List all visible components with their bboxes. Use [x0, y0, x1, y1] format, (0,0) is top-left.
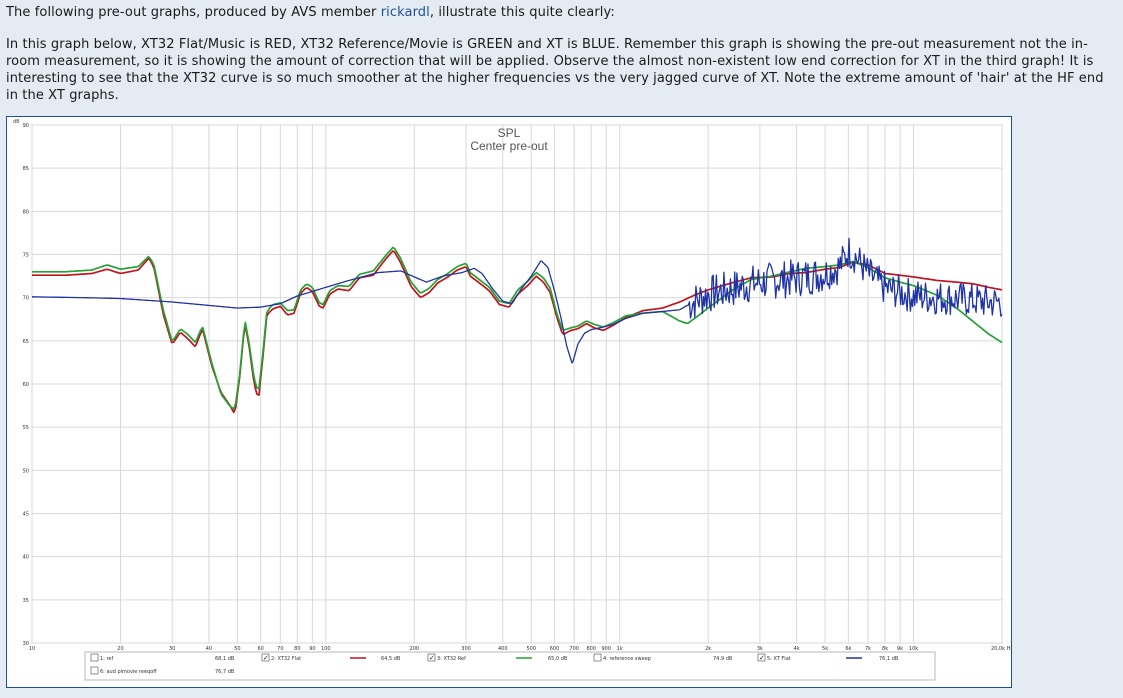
x-tick-label: 60	[257, 646, 263, 652]
x-tick-label: 800	[586, 646, 596, 652]
x-tick-label: 4k	[794, 646, 800, 652]
spl-graph: 30 35 40 45 50 55 60 65 70 75 80 85 90 10 20 30 40 50 60 7…	[6, 116, 1012, 688]
x-tick-label: 10	[29, 646, 35, 652]
legend-checkbox[interactable]	[593, 653, 602, 662]
x-tick-label: 2k	[705, 646, 711, 652]
legend-level: 65,0 dB	[548, 656, 568, 662]
y-tick-label: 50	[23, 468, 29, 474]
x-tick-label: 600	[550, 646, 560, 652]
x-tick-label: 80	[294, 646, 300, 652]
x-tick-labels: 10 20 30 40 50 60 70 80 90 100 200 300 400 500 600 700 8…	[29, 646, 1011, 652]
legend-checkbox[interactable]	[90, 666, 99, 675]
check-icon: ✓	[759, 654, 765, 662]
intro-after: , illustrate this quite clearly:	[429, 5, 615, 20]
x-tick-label: 8k	[882, 646, 888, 652]
legend-level: 76,7 dB	[215, 669, 235, 675]
check-icon: ✓	[263, 654, 269, 662]
intro-before: The following pre-out graphs, produced b…	[6, 5, 381, 20]
author-link[interactable]: rickardl	[381, 5, 430, 20]
legend-label: 3: XT32 Ref	[437, 656, 466, 662]
legend-checkbox[interactable]	[90, 653, 99, 662]
x-tick-label: 90	[309, 646, 315, 652]
x-tick-label: 70	[277, 646, 283, 652]
y-tick-label: 45	[23, 512, 29, 518]
x-tick-label: 5k	[822, 646, 828, 652]
legend-label: 1: ref	[100, 656, 113, 662]
x-tick-label: 3k	[757, 646, 763, 652]
x-tick-label: 30	[169, 646, 175, 652]
legend-label: 4: reference sweep	[603, 656, 651, 662]
check-icon: ✓	[429, 654, 435, 662]
x-tick-label: 20	[117, 646, 123, 652]
x-tick-label: 700	[569, 646, 579, 652]
x-tick-label: 40	[206, 646, 212, 652]
x-tick-label: 100	[321, 646, 331, 652]
legend-label: 2: XT32 Flat	[271, 656, 301, 662]
forum-post: The following pre-out graphs, produced b…	[0, 0, 1123, 698]
legend-label: 5: XT Flat	[767, 656, 791, 662]
y-tick-label: 75	[23, 253, 29, 259]
y-tick-label: 40	[23, 555, 29, 561]
x-tick-label: 200	[410, 646, 420, 652]
legend-level: 74,9 dB	[713, 656, 733, 662]
x-tick-label: 400	[498, 646, 508, 652]
x-tick-label: 300	[461, 646, 471, 652]
y-tick-label: 55	[23, 425, 29, 431]
y-tick-label: 35	[23, 598, 29, 604]
intro-text: The following pre-out graphs, produced b…	[6, 4, 1116, 21]
legend-level: 76,1 dB	[879, 656, 899, 662]
legend-box	[84, 651, 936, 681]
legend-label: 6: aud plmovie reeqoff	[100, 669, 157, 675]
y-tick-labels: 30354045505560657075808590	[23, 123, 29, 647]
x-tick-label: 1k	[617, 646, 623, 652]
x-tick-label: 900	[601, 646, 611, 652]
x-tick-label: 6k	[845, 646, 851, 652]
legend-level: 68,1 dB	[215, 656, 235, 662]
chart-title: SPL	[498, 126, 521, 140]
y-tick-label: 90	[23, 123, 29, 129]
y-tick-label: 80	[23, 209, 29, 215]
chart-subtitle: Center pre-out	[470, 139, 548, 153]
x-tick-label: 10k	[909, 646, 918, 652]
y-tick-label: 70	[23, 296, 29, 302]
y-tick-label: 60	[23, 382, 29, 388]
y-axis-unit: dB	[13, 119, 20, 125]
legend-level: 64,5 dB	[381, 656, 401, 662]
spl-chart: 30 35 40 45 50 55 60 65 70 75 80 85 90 10 20 30 40 50 60 7…	[13, 119, 1011, 681]
description-paragraph: In this graph below, XT32 Flat/Music is …	[6, 37, 1104, 103]
x-tick-label: 500	[526, 646, 536, 652]
x-tick-label: 50	[234, 646, 240, 652]
x-tick-label: 20,0k Hz	[991, 646, 1011, 652]
y-tick-label: 65	[23, 339, 29, 345]
x-tick-label: 9k	[897, 646, 903, 652]
x-tick-label: 7k	[865, 646, 871, 652]
y-tick-label: 85	[23, 166, 29, 172]
